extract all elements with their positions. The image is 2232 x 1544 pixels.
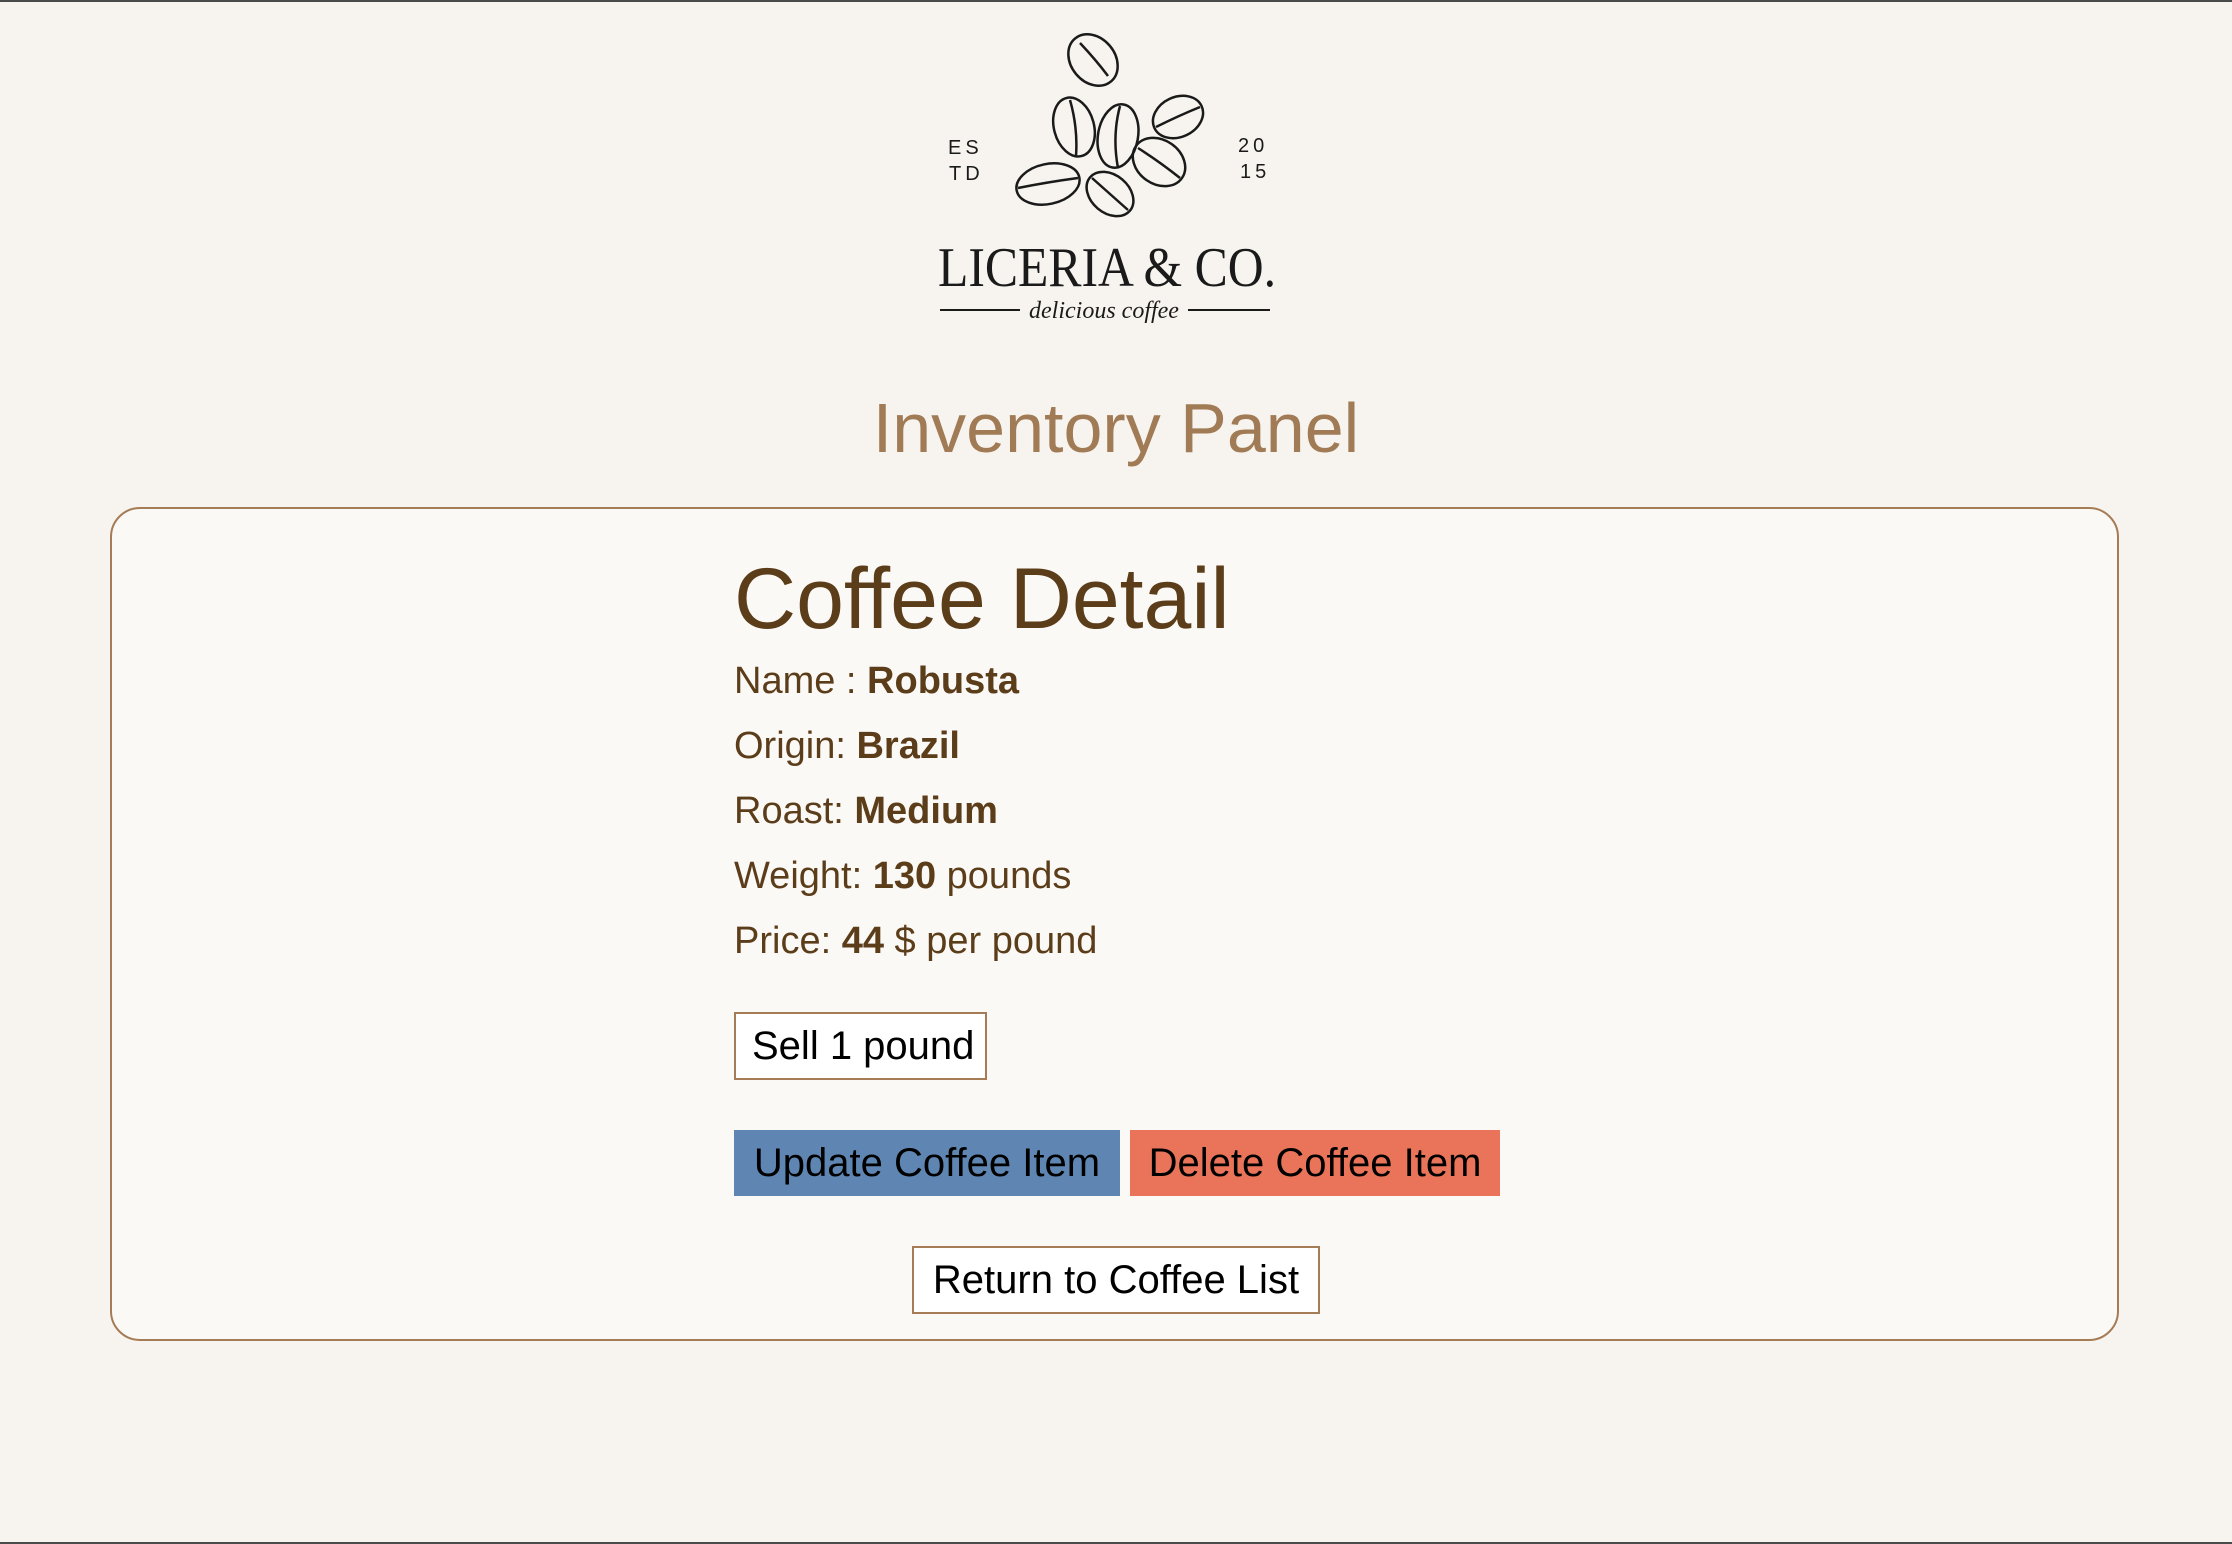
page-title: Inventory Panel [872, 389, 1360, 467]
delete-coffee-item-button[interactable]: Delete Coffee Item [1130, 1130, 1500, 1196]
update-coffee-item-button[interactable]: Update Coffee Item [734, 1130, 1120, 1196]
name-field: Name : Robusta [734, 658, 1019, 704]
tagline-text: delicious coffee [1029, 298, 1179, 324]
weight-label: Weight: [734, 855, 873, 897]
price-field: Price: 44 $ per pound [734, 918, 1097, 964]
name-label: Name : [734, 660, 868, 702]
origin-field: Origin: Brazil [734, 723, 960, 769]
price-value: 44 [841, 920, 884, 962]
price-label: Price: [734, 920, 842, 962]
est-bottom-text: TD [949, 163, 984, 185]
weight-unit: pounds [936, 855, 1072, 897]
weight-field: Weight: 130 pounds [734, 853, 1071, 899]
roast-field: Roast: Medium [734, 788, 998, 834]
weight-value: 130 [872, 855, 937, 897]
brand-name-text: LICERIA & CO. [938, 237, 1276, 299]
coffee-detail-panel: Coffee Detail Name : Robusta Origin: Bra… [110, 507, 2119, 1341]
origin-value: Brazil [856, 725, 960, 767]
sell-one-pound-button[interactable]: Sell 1 pound [734, 1012, 987, 1080]
name-value: Robusta [867, 660, 1020, 702]
year-top-text: 20 [1238, 135, 1268, 157]
detail-title: Coffee Detail [734, 551, 1230, 647]
year-bottom-text: 15 [1240, 161, 1270, 183]
return-to-coffee-list-button[interactable]: Return to Coffee List [912, 1246, 1320, 1314]
price-unit: $ per pound [883, 920, 1098, 962]
brand-logo: ES TD 20 15 LICERIA & CO. delicious coff… [930, 28, 1280, 328]
roast-label: Roast: [734, 790, 855, 832]
roast-value: Medium [854, 790, 998, 832]
est-top-text: ES [948, 137, 983, 159]
coffee-beans-icon: ES TD 20 15 LICERIA & CO. delicious coff… [938, 33, 1276, 324]
origin-label: Origin: [734, 725, 857, 767]
